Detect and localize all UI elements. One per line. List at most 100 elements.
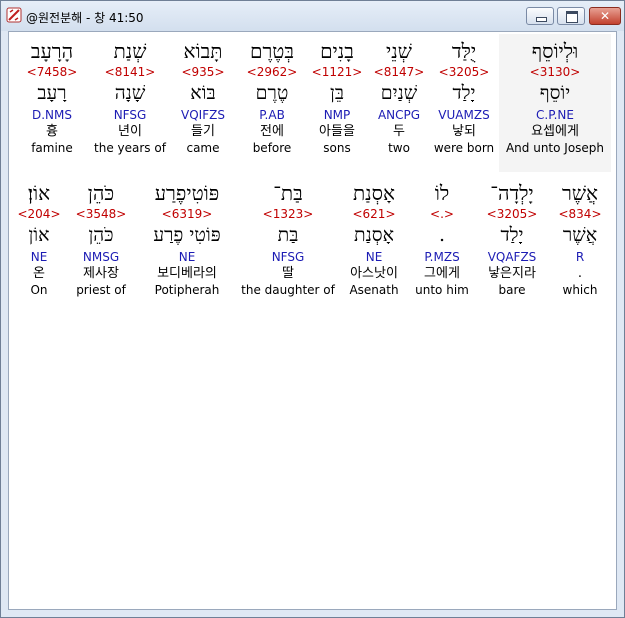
hebrew-word: לוֹ (434, 181, 450, 205)
lexical-form: פּוֹטִי פֶרַע (153, 224, 221, 246)
word-cell[interactable]: שְׁנַת <8141> שָׁנָה NFSG 년이 the years o… (93, 38, 167, 156)
hebrew-word: תָּבוֹא (183, 39, 223, 63)
english-gloss: were born (433, 141, 495, 155)
word-cell-selected[interactable]: וּלְיוֹסֵף <3130> יוֹסֵף C.P.NE 요셉에게 And… (499, 34, 611, 172)
lexical-form: יָלַד (452, 82, 476, 104)
lexical-form: אָסְנַת (354, 224, 394, 246)
word-cell[interactable]: יֻלַּד <3205> יָלַד VUAMZS 낳되 were born (429, 38, 499, 156)
morphology-code: NMP (323, 108, 351, 122)
lexical-form: אוֹן (28, 224, 50, 246)
app-icon[interactable] (6, 7, 22, 23)
strong-number[interactable]: <204> (11, 206, 67, 222)
hebrew-word: יָלְדָה־ (490, 181, 534, 205)
strong-number[interactable]: <8147> (369, 64, 429, 80)
korean-gloss: 제사장 (83, 266, 119, 281)
strong-number[interactable]: <1121> (305, 64, 369, 80)
strong-number[interactable]: <3205> (429, 64, 499, 80)
lexical-form: בּוֹא (190, 82, 216, 104)
strong-number[interactable]: <1323> (239, 206, 337, 222)
word-cell[interactable]: פּוֹטִיפֶרַע <6319> פּוֹטִי פֶרַע NE 보디베… (135, 180, 239, 298)
strong-number[interactable]: <.> (411, 206, 473, 222)
word-cell[interactable]: כֹּהֵן <3548> כֹּהֵן NMSG 제사장 priest of (67, 180, 135, 298)
english-gloss: Asenath (349, 283, 399, 297)
korean-gloss: 온 (33, 266, 45, 281)
hebrew-word: בַּת־ (273, 181, 303, 205)
word-cell[interactable]: בָנִים <1121> בֵּן NMP 아들을 sons (305, 38, 369, 156)
strong-number[interactable]: <7458> (11, 64, 93, 80)
lexical-form: בֵּן (330, 82, 344, 104)
morphology-code: VQAFZS (487, 250, 537, 264)
korean-gloss: 딸 (282, 266, 294, 281)
morphology-code: NFSG (113, 108, 147, 122)
close-button[interactable]: ✕ (589, 7, 621, 25)
english-gloss: sons (323, 141, 351, 155)
korean-gloss: . (577, 266, 583, 281)
strong-number[interactable]: <834> (551, 206, 609, 222)
english-gloss: priest of (76, 283, 126, 297)
korean-gloss: 들기 (191, 124, 215, 139)
korean-gloss: 흉 (46, 124, 58, 139)
lexical-form: יוֹסֵף (539, 82, 571, 104)
morphology-code: C.P.NE (536, 108, 574, 122)
strong-number[interactable]: <8141> (93, 64, 167, 80)
english-gloss: the years of (94, 141, 166, 155)
lexical-form: טֶרֶם (255, 82, 289, 104)
korean-gloss: 년이 (118, 124, 142, 139)
hebrew-word: הָרָעָב (30, 39, 74, 63)
word-cell[interactable]: לוֹ <.> . P.MZS 그에게 unto him (411, 180, 473, 298)
word-cell[interactable]: אוֹן׃ <204> אוֹן NE 온 On (11, 180, 67, 298)
maximize-button[interactable] (557, 7, 585, 25)
hebrew-word: אָסְנַת (352, 181, 396, 205)
strong-number[interactable]: <3130> (499, 64, 611, 80)
morphology-code: P.AB (259, 108, 285, 122)
word-cell[interactable]: יָלְדָה־ <3205> יָלַד VQAFZS 낳은지라 bare (473, 180, 551, 298)
morphology-code: NFSG (271, 250, 305, 264)
word-cell[interactable]: בַּת־ <1323> בַּת NFSG 딸 the daughter of (239, 180, 337, 298)
interlinear-panel[interactable]: הָרָעָב <7458> רָעָב D.NMS 흉 famine שְׁנ… (8, 31, 617, 610)
hebrew-word: שְׁנַת (113, 39, 147, 63)
maximize-icon (566, 11, 578, 23)
english-gloss: before (252, 141, 292, 155)
english-gloss: And unto Joseph (505, 141, 605, 155)
hebrew-word: אֲשֶׁר (562, 181, 598, 205)
word-cell[interactable]: שְׁנֵי <8147> שְׁנַיִם ANCPG 두 two (369, 38, 429, 156)
strong-number[interactable]: <935> (167, 64, 239, 80)
morphology-code: ANCPG (377, 108, 421, 122)
korean-gloss: 낳되 (452, 124, 476, 139)
lexical-form: שָׁנָה (114, 82, 146, 104)
strong-number[interactable]: <6319> (135, 206, 239, 222)
minimize-button[interactable] (526, 7, 554, 25)
english-gloss: the daughter of (241, 283, 335, 297)
hebrew-word: בְּטֶרֶם (249, 39, 295, 63)
title-bar[interactable]: @원전분해 - 창 41:50 ✕ (1, 1, 624, 31)
strong-number[interactable]: <3548> (67, 206, 135, 222)
korean-gloss: 요셉에게 (531, 124, 579, 139)
hebrew-word: וּלְיוֹסֵף (531, 39, 579, 63)
minimize-icon (536, 17, 547, 22)
lexical-form: אֲשֶׁר (562, 224, 598, 246)
word-cell[interactable]: בְּטֶרֶם <2962> טֶרֶם P.AB 전에 before (239, 38, 305, 156)
korean-gloss: 아들을 (319, 124, 355, 139)
strong-number[interactable]: <621> (337, 206, 411, 222)
morphology-code: R (575, 250, 585, 264)
lexical-form: יָלַד (500, 224, 524, 246)
strong-number[interactable]: <2962> (239, 64, 305, 80)
morphology-code: P.MZS (424, 250, 460, 264)
word-cell[interactable]: הָרָעָב <7458> רָעָב D.NMS 흉 famine (11, 38, 93, 156)
english-gloss: bare (498, 283, 526, 297)
korean-gloss: 낳은지라 (488, 266, 536, 281)
hebrew-word: שְׁנֵי (386, 39, 412, 63)
korean-gloss: 아스낫이 (350, 266, 398, 281)
korean-gloss: 전에 (260, 124, 284, 139)
lexical-form: רָעָב (37, 82, 67, 104)
morphology-code: NE (178, 250, 196, 264)
korean-gloss: 보디베라의 (157, 266, 217, 281)
window-title: @원전분해 - 창 41:50 (26, 11, 144, 25)
hebrew-word: פּוֹטִיפֶרַע (154, 181, 220, 205)
strong-number[interactable]: <3205> (473, 206, 551, 222)
word-cell[interactable]: תָּבוֹא <935> בּוֹא VQIFZS 들기 came (167, 38, 239, 156)
word-cell[interactable]: אָסְנַת <621> אָסְנַת NE 아스낫이 Asenath (337, 180, 411, 298)
morphology-code: NE (30, 250, 48, 264)
hebrew-word: בָנִים (320, 39, 354, 63)
word-cell[interactable]: אֲשֶׁר <834> אֲשֶׁר R . which (551, 180, 609, 298)
